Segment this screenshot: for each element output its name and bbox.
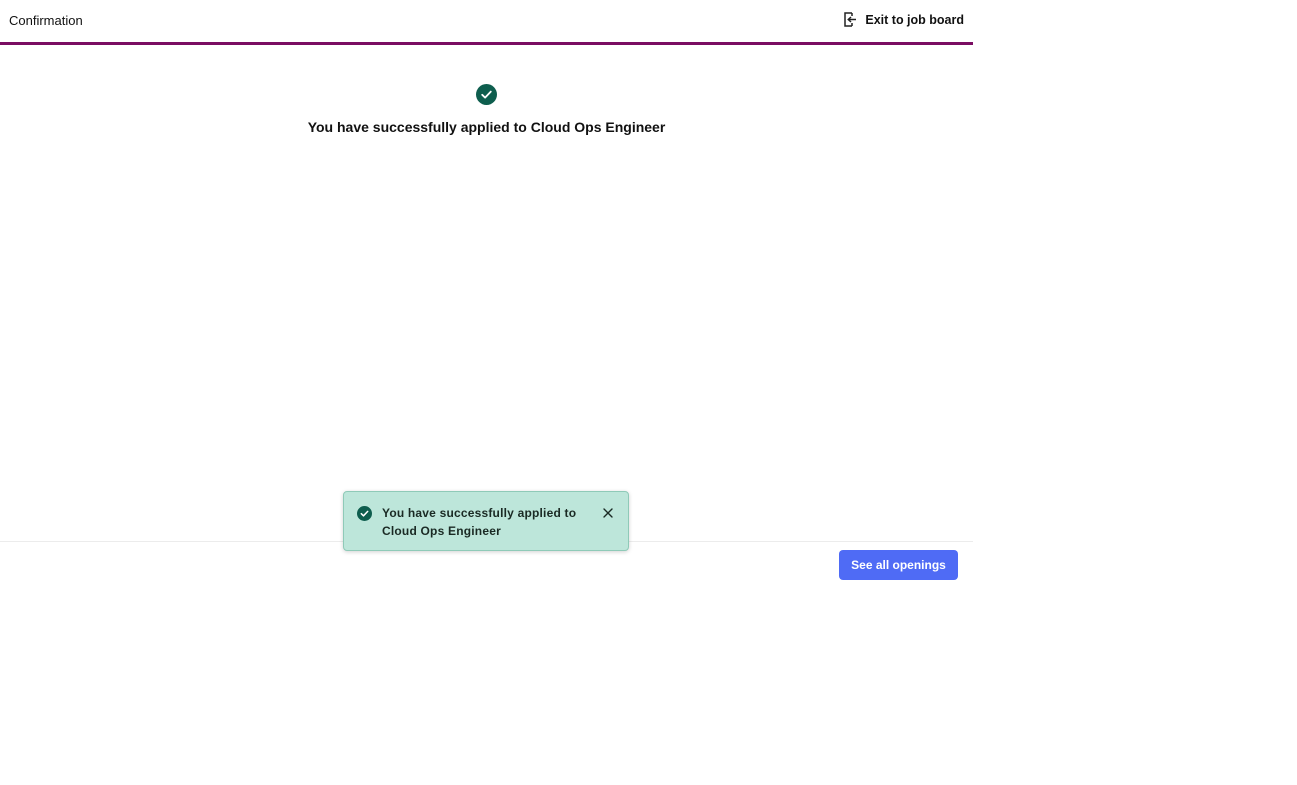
header-divider [0,42,973,45]
exit-to-job-board-label: Exit to job board [865,12,964,27]
success-toast: You have successfully applied to Cloud O… [343,491,629,551]
header: Confirmation Exit to job board [0,0,973,42]
close-icon[interactable] [602,507,614,519]
exit-door-icon [842,11,858,28]
application-confirmation-page: Confirmation Exit to job board You have … [0,0,973,785]
confirmation-block: You have successfully applied to Cloud O… [0,84,973,135]
check-circle-icon [476,84,497,105]
see-all-openings-button[interactable]: See all openings [839,550,958,580]
check-circle-icon [357,506,372,521]
toast-message: You have successfully applied to Cloud O… [382,506,577,538]
confirmation-message: You have successfully applied to Cloud O… [307,119,666,135]
exit-to-job-board-link[interactable]: Exit to job board [842,11,964,28]
page-title: Confirmation [9,13,83,28]
